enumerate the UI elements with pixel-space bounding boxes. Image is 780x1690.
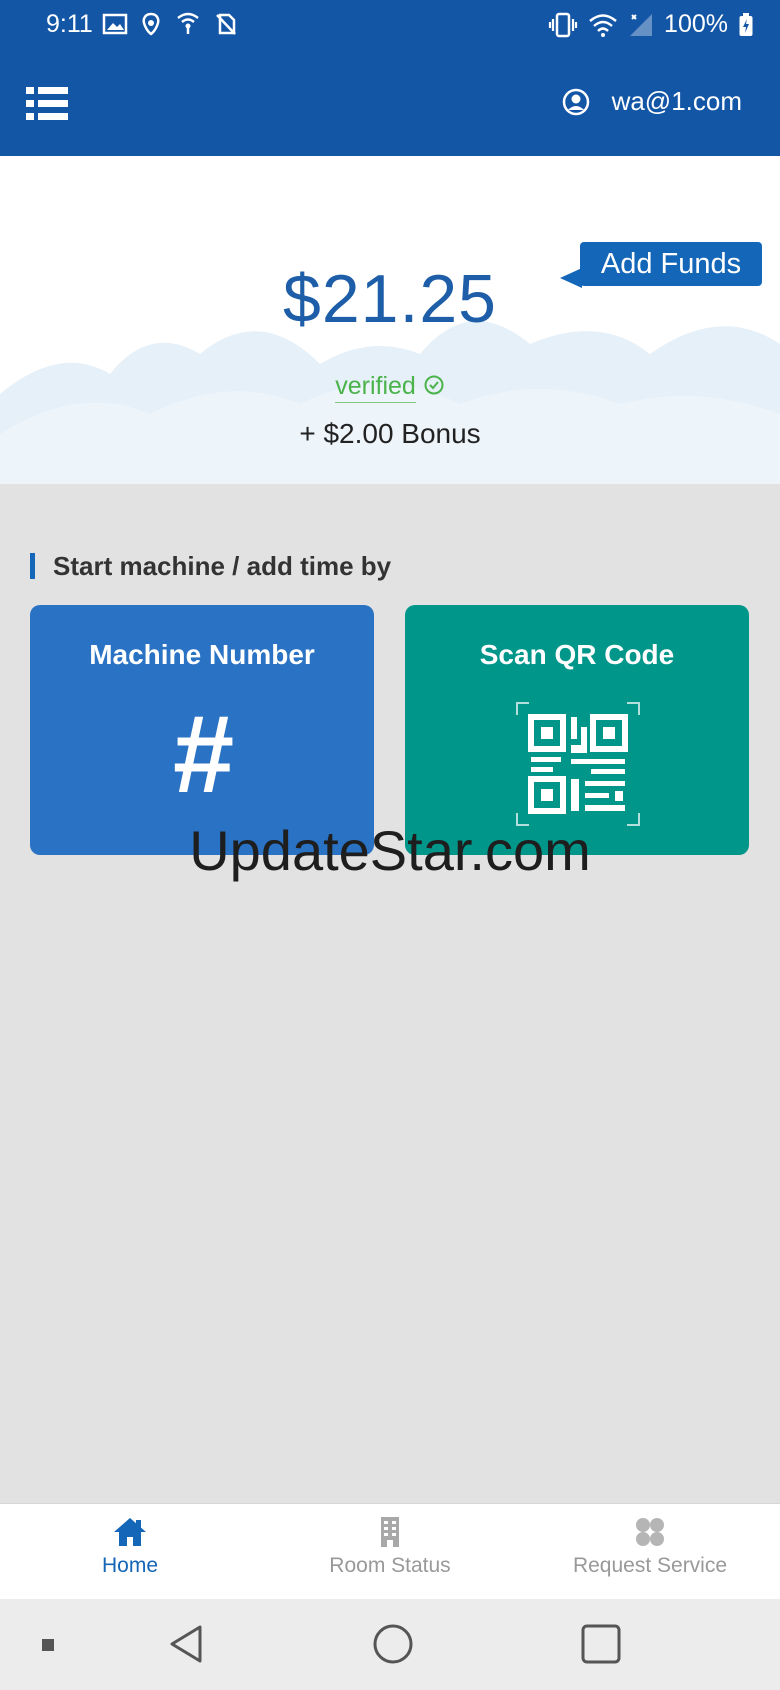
nav-request-service[interactable]: Request Service <box>520 1504 780 1599</box>
scan-qr-label: Scan QR Code <box>479 639 675 670</box>
status-system-icons: 100% <box>548 10 754 39</box>
menu-button[interactable] <box>26 84 68 124</box>
account-button[interactable]: wa@1.com <box>562 86 742 117</box>
balance-card: $21.25 Add Funds verified + $2.00 Bonus <box>0 156 780 484</box>
home-icon <box>114 1518 146 1546</box>
wifi-calling-icon <box>177 12 199 34</box>
lion-app-icon <box>142 12 160 36</box>
nav-room-status[interactable]: Room Status <box>260 1504 520 1599</box>
battery-percent: 100% <box>664 10 728 38</box>
status-time: 9:11 <box>46 10 93 38</box>
qr-code-icon <box>516 702 640 826</box>
no-sim-icon <box>216 13 236 35</box>
bottom-nav: Home Room Status Request Service <box>0 1503 780 1599</box>
add-funds-pointer <box>560 268 582 288</box>
machine-number-label: Machine Number <box>89 639 315 670</box>
nav-home-label: Home <box>101 1554 159 1577</box>
hash-icon: # <box>171 693 233 816</box>
battery-icon <box>739 12 753 36</box>
status-bar: 9:11 100% <box>0 0 780 50</box>
recents-dot-icon[interactable] <box>40 1637 56 1653</box>
app-header: 9:11 100% wa@1.com <box>0 0 780 156</box>
account-email: wa@1.com <box>611 86 742 116</box>
status-notification-icons <box>102 12 238 36</box>
nav-room-status-label: Room Status <box>329 1554 451 1577</box>
wifi-icon <box>589 13 617 37</box>
building-icon <box>381 1517 399 1547</box>
check-circle-icon <box>424 375 444 395</box>
service-grid-icon <box>636 1518 664 1546</box>
bonus-text: + $2.00 Bonus <box>299 418 481 449</box>
watermark-text: UpdateStar.com <box>189 819 591 882</box>
home-circle-icon[interactable] <box>372 1623 414 1665</box>
start-section-title: Start machine / add time by <box>30 553 391 579</box>
add-funds-button[interactable]: Add Funds <box>580 242 762 286</box>
back-icon[interactable] <box>166 1623 206 1665</box>
signal-icon <box>630 13 653 36</box>
nav-request-service-label: Request Service <box>572 1554 728 1577</box>
verified-label: verified <box>335 372 416 403</box>
vibrate-icon <box>548 12 578 37</box>
user-icon <box>562 88 589 115</box>
menu-list-icon <box>26 87 68 120</box>
nav-home[interactable]: Home <box>0 1504 260 1599</box>
verified-status: verified <box>0 372 780 403</box>
image-icon <box>102 13 128 35</box>
system-nav-bar <box>0 1599 780 1690</box>
overview-square-icon[interactable] <box>580 1623 622 1665</box>
